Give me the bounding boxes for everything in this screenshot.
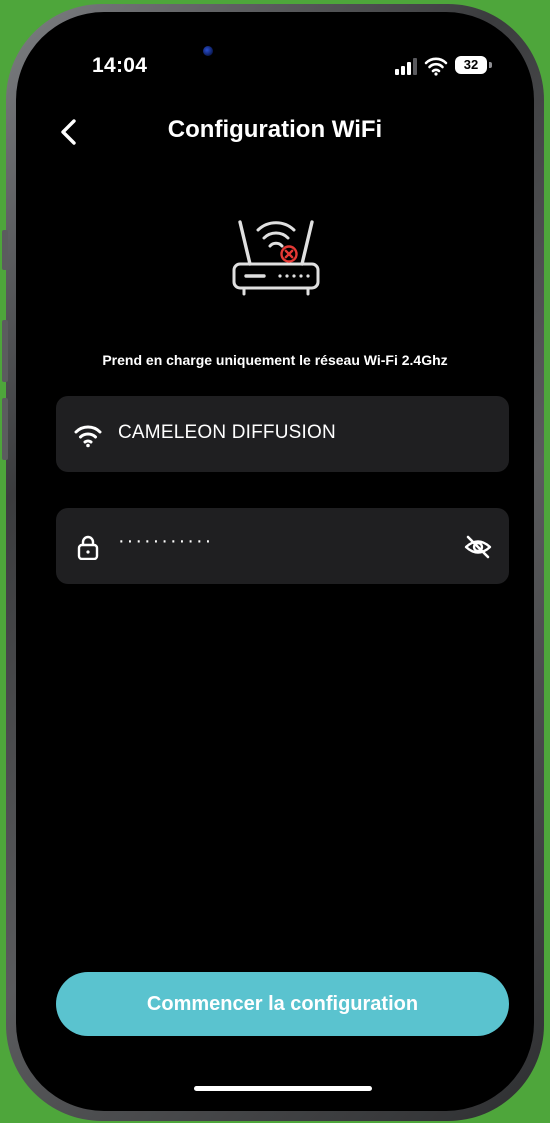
dynamic-island xyxy=(194,26,356,66)
volume-up-button xyxy=(2,320,8,382)
eye-off-icon xyxy=(464,535,492,559)
page-title: Configuration WiFi xyxy=(167,116,383,143)
network-info-text: Prend en charge uniquement le réseau Wi-… xyxy=(102,352,448,368)
mute-switch xyxy=(2,230,8,270)
wifi-icon xyxy=(424,57,448,76)
home-indicator xyxy=(194,1086,372,1091)
ssid-field[interactable]: CAMELEON DIFFUSION xyxy=(56,396,509,472)
phone-screen: 14:04 32 Configuration WiFi Prend en cha… xyxy=(16,12,534,1111)
router-wifi-error-icon xyxy=(232,220,320,296)
ssid-value: CAMELEON DIFFUSION xyxy=(118,422,336,443)
password-field[interactable]: ··········· xyxy=(56,508,509,584)
lock-icon xyxy=(77,535,99,560)
toggle-password-visibility-button[interactable] xyxy=(463,532,493,562)
wifi-icon xyxy=(74,425,102,448)
signal-icon xyxy=(395,58,417,75)
volume-down-button xyxy=(2,398,8,460)
password-value: ··········· xyxy=(118,530,214,552)
status-time: 14:04 xyxy=(92,54,148,77)
battery-icon: 32 xyxy=(455,56,487,74)
start-configuration-button[interactable]: Commencer la configuration xyxy=(56,972,509,1036)
camera-icon xyxy=(203,46,213,56)
battery-nub xyxy=(489,62,492,68)
